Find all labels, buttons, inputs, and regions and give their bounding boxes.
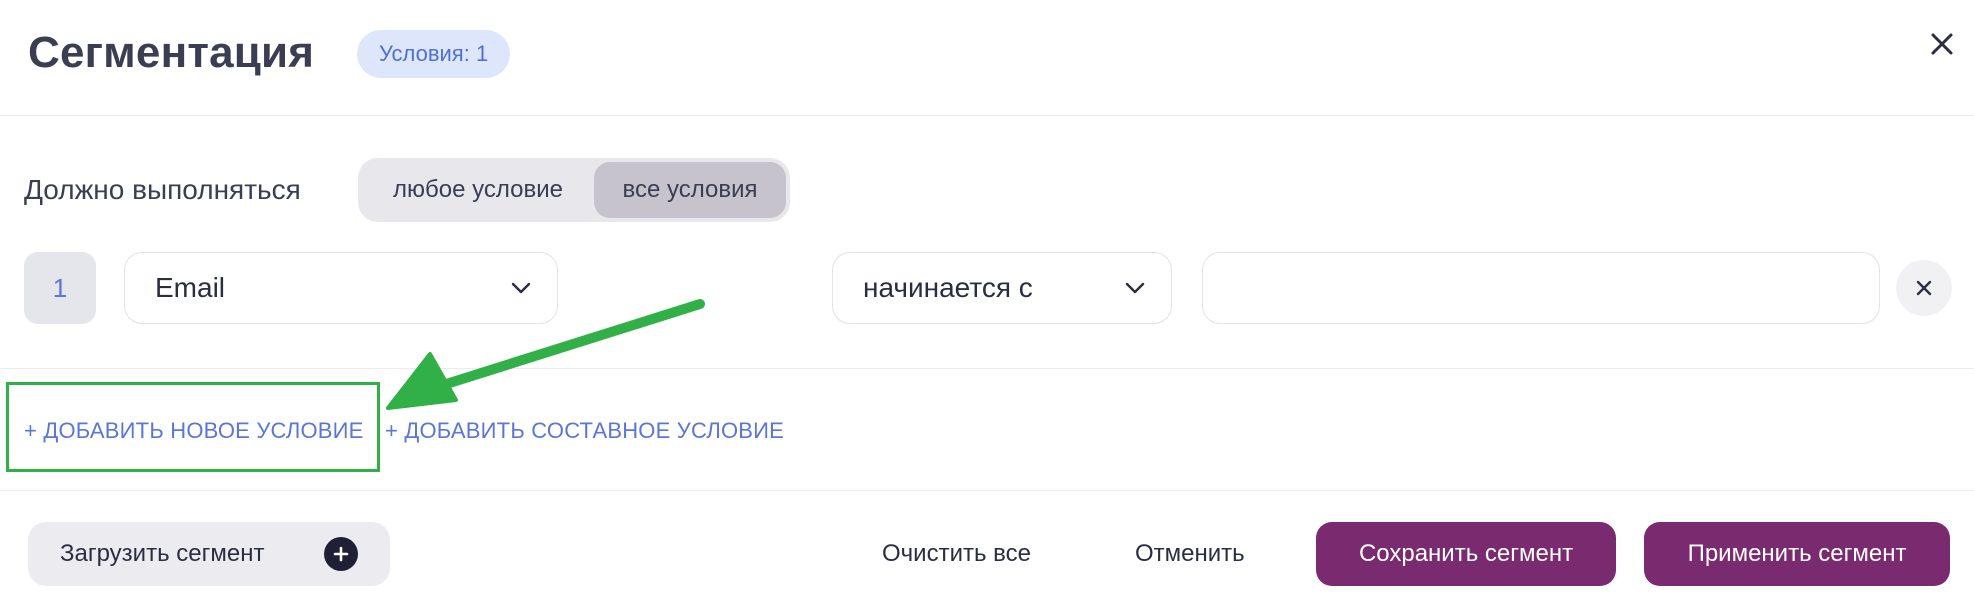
condition-operator-select[interactable]: начинается с (832, 252, 1172, 324)
highlight-annotation-box (6, 382, 380, 472)
load-segment-label: Загрузить сегмент (60, 540, 265, 567)
footer-divider (0, 490, 1974, 491)
chevron-down-icon (511, 282, 531, 294)
save-segment-button[interactable]: Сохранить сегмент (1316, 522, 1616, 586)
match-all-option[interactable]: все условия (594, 162, 786, 218)
load-segment-button[interactable]: Загрузить сегмент (28, 522, 390, 586)
close-button[interactable] (1920, 22, 1964, 66)
match-any-option[interactable]: любое условие (362, 162, 594, 218)
clear-all-button[interactable]: Очистить все (882, 522, 1031, 586)
annotation-arrow-icon (386, 299, 705, 410)
cancel-button[interactable]: Отменить (1135, 522, 1245, 586)
close-icon (1931, 33, 1953, 55)
add-compound-condition-link[interactable]: + ДОБАВИТЬ СОСТАВНОЕ УСЛОВИЕ (385, 418, 784, 444)
header-divider (0, 115, 1974, 116)
plus-icon (324, 537, 358, 571)
remove-condition-button[interactable] (1896, 260, 1952, 316)
segmentation-dialog: Сегментация Условия: 1 Должно выполнятьс… (0, 0, 1974, 604)
apply-segment-button[interactable]: Применить сегмент (1644, 522, 1950, 586)
condition-operator-value: начинается с (863, 272, 1033, 303)
conditions-count-badge: Условия: 1 (357, 30, 511, 78)
match-mode-label: Должно выполняться (24, 174, 301, 205)
condition-index: 1 (24, 252, 96, 324)
conditions-divider (0, 368, 1974, 369)
chevron-down-icon (1125, 282, 1145, 294)
match-mode-toggle: любое условие все условия (358, 158, 790, 222)
close-icon (1916, 280, 1932, 296)
condition-value-input[interactable] (1202, 252, 1880, 324)
dialog-title: Сегментация (28, 28, 315, 77)
